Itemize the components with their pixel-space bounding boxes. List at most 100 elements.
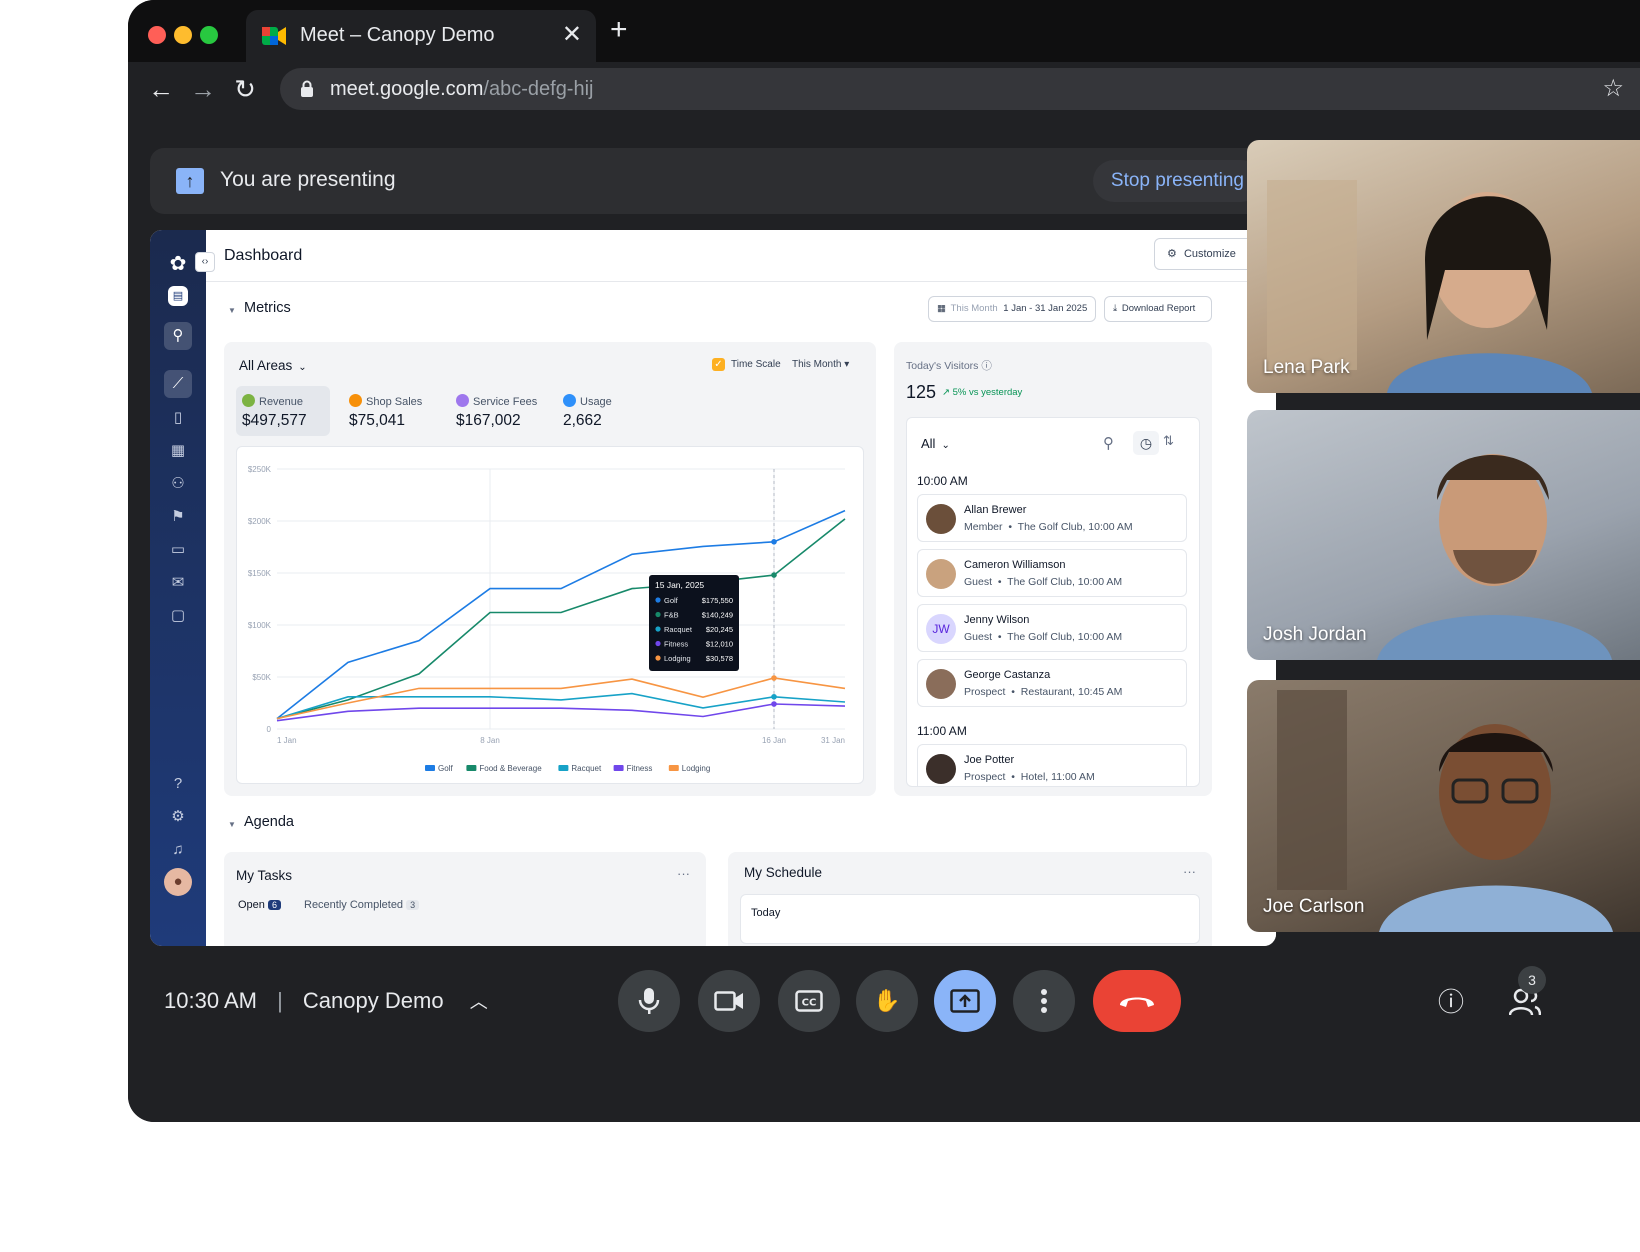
area-filter-dropdown[interactable]: All Areas ⌄ bbox=[239, 358, 307, 373]
presenting-text: You are presenting bbox=[220, 168, 396, 191]
customize-button[interactable]: ⚙ Customize bbox=[1154, 238, 1258, 270]
back-icon[interactable]: ← bbox=[144, 72, 178, 106]
close-window-button[interactable] bbox=[148, 26, 166, 44]
tooltip-dot bbox=[655, 655, 661, 661]
present-screen-icon: ↑ bbox=[176, 168, 204, 194]
kpi-revenue[interactable]: Revenue $497,577 bbox=[236, 386, 330, 436]
avatar bbox=[926, 754, 956, 784]
kpi-usage[interactable]: Usage 2,662 bbox=[557, 386, 651, 436]
browser-window: Meet – Canopy Demo ✕ + ← → ↻ meet.google… bbox=[128, 0, 1640, 1122]
sort-icon[interactable]: ⇅ bbox=[1163, 433, 1174, 449]
kpi-service-fees[interactable]: Service Fees $167,002 bbox=[450, 386, 544, 436]
tab-title: Meet – Canopy Demo bbox=[300, 24, 495, 46]
reload-icon[interactable]: ↻ bbox=[228, 72, 262, 106]
kpi-shop-sales[interactable]: Shop Sales $75,041 bbox=[343, 386, 437, 436]
agenda-collapse-icon[interactable]: ▼ bbox=[228, 820, 236, 829]
present-now-button[interactable] bbox=[934, 970, 996, 1032]
camera-button[interactable] bbox=[698, 970, 760, 1032]
members-icon[interactable]: ⚇ bbox=[164, 470, 192, 498]
avatar bbox=[926, 559, 956, 589]
navigation-bar: ← → ↻ meet.google.com/abc-defg-hij ☆ bbox=[128, 62, 1640, 118]
raise-hand-button[interactable]: ✋ bbox=[856, 970, 918, 1032]
metrics-collapse-icon[interactable]: ▼ bbox=[228, 306, 236, 315]
time-scale-dropdown[interactable]: This Month ▾ bbox=[792, 359, 849, 370]
participant-tile[interactable]: Joe Carlson bbox=[1247, 680, 1640, 932]
camera-icon bbox=[714, 991, 743, 1011]
chat-icon[interactable]: ▢ bbox=[164, 602, 192, 630]
more-icon[interactable]: ··· bbox=[1183, 864, 1196, 879]
visitor-list: All ⌄ ⚲ ◷ ⇅ 10:00 AM Allan Brewer Member … bbox=[906, 417, 1200, 787]
bookmark-star-icon[interactable]: ☆ bbox=[1602, 74, 1624, 103]
mail-icon[interactable]: ✉ bbox=[164, 569, 192, 597]
participant-name: Lena Park bbox=[1263, 357, 1350, 378]
legend-label: Fitness bbox=[627, 764, 653, 773]
tab-open[interactable]: Open 6 bbox=[238, 899, 281, 911]
collapse-sidebar-icon[interactable]: ‹› bbox=[195, 252, 215, 272]
gear-icon: ⚙ bbox=[1167, 248, 1177, 260]
visitors-trend: ↗ 5% vs yesterday bbox=[942, 387, 1023, 398]
x-tick-label: 1 Jan bbox=[277, 736, 297, 745]
time-scale-checkbox[interactable]: ✓ bbox=[712, 358, 725, 371]
tooltip-value: $140,249 bbox=[702, 611, 733, 620]
calendar-icon[interactable]: ▦ bbox=[164, 437, 192, 465]
visitor-row[interactable]: George Castanza Prospect • Restaurant, 1… bbox=[917, 659, 1187, 707]
date-range-picker[interactable]: ▦ This Month 1 Jan - 31 Jan 2025 bbox=[928, 296, 1096, 322]
calendar-widget-icon[interactable]: ▤ bbox=[168, 286, 188, 306]
microphone-button[interactable] bbox=[618, 970, 680, 1032]
more-options-button[interactable] bbox=[1013, 970, 1075, 1032]
leave-call-button[interactable] bbox=[1093, 970, 1181, 1032]
page-title: Dashboard bbox=[224, 247, 303, 264]
agenda-title: Agenda bbox=[244, 814, 294, 830]
forward-icon[interactable]: → bbox=[186, 72, 220, 106]
dashboard-icon[interactable]: ⟋ bbox=[164, 370, 192, 398]
metrics-title: Metrics bbox=[244, 300, 291, 316]
user-avatar[interactable]: ● bbox=[164, 868, 192, 896]
clock-icon[interactable]: ◷ bbox=[1133, 431, 1159, 455]
help-icon[interactable]: ? bbox=[164, 770, 192, 798]
my-schedule-card: My Schedule ··· Today bbox=[728, 852, 1212, 946]
participant-tile[interactable]: Lena Park bbox=[1247, 140, 1640, 393]
tooltip-value: $175,550 bbox=[702, 596, 733, 605]
visitor-row[interactable]: Cameron Williamson Guest • The Golf Club… bbox=[917, 549, 1187, 597]
tooltip-dot bbox=[655, 611, 661, 618]
participant-count-badge: 3 bbox=[1518, 966, 1546, 994]
legend-label: Food & Beverage bbox=[479, 764, 542, 773]
meeting-details-icon[interactable]: ⓘ bbox=[1431, 982, 1471, 1022]
participant-tile[interactable]: Josh Jordan bbox=[1247, 410, 1640, 660]
canopy-logo-icon[interactable]: ✿ bbox=[164, 250, 192, 278]
y-tick-label: $150K bbox=[248, 569, 272, 578]
tab-recently-completed[interactable]: Recently Completed 3 bbox=[304, 899, 420, 911]
maximize-window-button[interactable] bbox=[200, 26, 218, 44]
golf-icon[interactable]: ⚑ bbox=[164, 503, 192, 531]
legend-swatch bbox=[466, 765, 477, 771]
browser-tab[interactable]: Meet – Canopy Demo ✕ bbox=[246, 10, 596, 62]
search-icon[interactable]: ⚲ bbox=[164, 322, 192, 350]
y-tick-label: $50K bbox=[252, 673, 271, 682]
address-bar[interactable]: meet.google.com/abc-defg-hij ☆ bbox=[280, 68, 1640, 110]
more-icon[interactable]: ··· bbox=[677, 866, 690, 881]
participant-name: Joe Carlson bbox=[1263, 896, 1365, 917]
captions-button[interactable]: CC bbox=[778, 970, 840, 1032]
my-schedule-title: My Schedule bbox=[744, 865, 823, 880]
tab-close-icon[interactable]: ✕ bbox=[562, 20, 582, 49]
hover-point bbox=[771, 539, 777, 545]
search-icon[interactable]: ⚲ bbox=[1103, 434, 1114, 452]
download-report-button[interactable]: ⤓ Download Report bbox=[1104, 296, 1212, 322]
visitor-filter-dropdown[interactable]: All ⌄ bbox=[921, 436, 950, 451]
visitor-row[interactable]: Allan Brewer Member • The Golf Club, 10:… bbox=[917, 494, 1187, 542]
legend-swatch bbox=[425, 765, 435, 771]
visitor-row[interactable]: JW Jenny Wilson Guest • The Golf Club, 1… bbox=[917, 604, 1187, 652]
bell-icon[interactable]: ♫ bbox=[164, 836, 192, 864]
book-icon[interactable]: ▯ bbox=[164, 404, 192, 432]
archive-icon[interactable]: ▭ bbox=[164, 536, 192, 564]
meeting-time: 10:30 AM bbox=[164, 988, 257, 1013]
new-tab-icon[interactable]: + bbox=[610, 14, 628, 46]
visitor-row[interactable]: Joe Potter Prospect • Hotel, 11:00 AM bbox=[917, 744, 1187, 786]
more-vert-icon bbox=[1041, 989, 1047, 1013]
stop-presenting-button[interactable]: Stop presenting bbox=[1092, 160, 1262, 202]
revenue-chart: 0 $50K $100K $150K $200K $250K 1 Jan 8 Jan 16 Ja… bbox=[236, 446, 864, 784]
settings-gear-icon[interactable]: ⚙ bbox=[164, 803, 192, 831]
tooltip-title: 15 Jan, 2025 bbox=[655, 580, 704, 590]
chevron-up-icon[interactable]: ︿ bbox=[470, 992, 488, 1012]
minimize-window-button[interactable] bbox=[174, 26, 192, 44]
